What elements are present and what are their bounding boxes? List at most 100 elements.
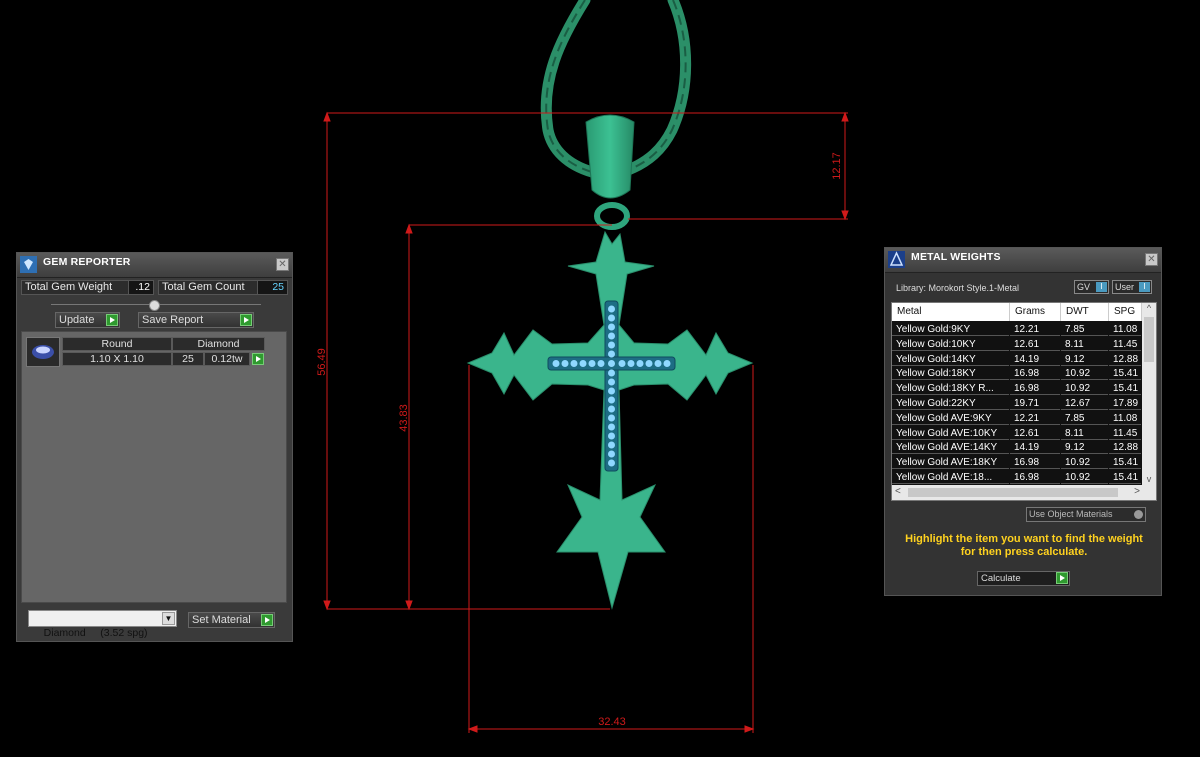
dim-cross-height: 43.83 [398,404,410,432]
horizontal-scrollbar[interactable]: < > [892,485,1156,500]
table-row[interactable]: Yellow Gold AVE:14KY 14.19 9.12 12.88 [892,441,1142,456]
set-material-label: Set Material [192,614,251,626]
cell-metal-name: Yellow Gold AVE:10KY [892,426,1009,440]
cell-dwt: 9.12 [1061,441,1108,455]
cell-spg: 11.45 [1109,337,1141,351]
cell-metal-name: Yellow Gold:22KY [892,397,1009,410]
user-label: User [1115,282,1135,292]
cell-metal-name: Yellow Gold:14KY [892,352,1009,366]
cell-spg: 15.41 [1109,382,1141,396]
gem-row[interactable]: Round Diamond 1.10 X 1.10 25 0.12tw [26,337,266,367]
gem-shape-header: Round [62,337,172,351]
cell-grams: 12.21 [1010,411,1060,425]
h-scroll-thumb[interactable] [908,488,1118,497]
metal-rows: Yellow Gold:9KY 12.21 7.85 11.08 Yellow Gold… [892,323,1142,485]
splitter-knob[interactable] [149,300,160,311]
radio-icon [1134,510,1143,519]
cell-spg: 15.41 [1109,471,1141,484]
dropdown-icon: ▼ [162,612,175,625]
scroll-left-icon[interactable]: < [895,486,901,497]
calculate-button[interactable]: Calculate [977,571,1070,586]
cell-spg: 11.08 [1109,411,1141,425]
use-object-materials-label: Use Object Materials [1029,509,1113,519]
cell-spg: 17.89 [1109,397,1141,410]
close-icon[interactable]: ✕ [1145,253,1158,266]
cell-grams: 14.19 [1010,352,1060,366]
cell-spg: 12.88 [1109,441,1141,455]
gem-reporter-titlebar[interactable]: GEM REPORTER ✕ [17,253,292,278]
total-gem-count-value: 25 [257,280,288,295]
play-icon [261,614,273,626]
library-label: Library: Morokort Style.1-Metal [896,283,1020,293]
cell-dwt: 12.67 [1061,397,1108,410]
cell-spg: 11.45 [1109,426,1141,440]
gem-material-header: Diamond [172,337,265,351]
material-dropdown[interactable]: Diamond (3.52 spg) ▼ [28,610,177,639]
round-gem-icon [32,345,54,359]
col-spg[interactable]: SPG [1109,303,1142,321]
gv-toggle[interactable]: GV I [1074,280,1109,294]
metal-weights-panel: METAL WEIGHTS ✕ Library: Morokort Style.… [884,247,1162,596]
gem-reporter-panel: GEM REPORTER ✕ Total Gem Weight .12 Tota… [16,252,293,642]
play-icon [106,314,118,326]
cell-spg: 12.88 [1109,352,1141,366]
table-row[interactable]: Yellow Gold:9KY 12.21 7.85 11.08 [892,323,1142,338]
cell-dwt: 8.11 [1061,337,1108,351]
dim-chain-height: 12.17 [831,152,843,180]
user-toggle[interactable]: User I [1112,280,1152,294]
calculate-label: Calculate [981,573,1021,584]
gem-list[interactable]: Round Diamond 1.10 X 1.10 25 0.12tw [21,331,287,603]
update-label: Update [59,314,95,326]
cell-metal-name: Yellow Gold AVE:14KY [892,441,1009,455]
table-row[interactable]: Yellow Gold AVE:18... 16.98 10.92 15.41 [892,471,1142,486]
cell-metal-name: Yellow Gold:18KY R... [892,382,1009,396]
cell-dwt: 10.92 [1061,382,1108,396]
col-metal[interactable]: Metal [892,303,1010,321]
table-row[interactable]: Yellow Gold:22KY 19.71 12.67 17.89 [892,397,1142,412]
table-row[interactable]: Yellow Gold:18KY R... 16.98 10.92 15.41 [892,382,1142,397]
save-report-label: Save Report [142,314,204,326]
scroll-right-icon[interactable]: > [1134,486,1140,497]
update-button[interactable]: Update [55,312,120,328]
gem-weight: 0.12tw [204,352,250,366]
user-toggle-indicator: I [1139,282,1150,292]
metal-weights-titlebar[interactable]: METAL WEIGHTS ✕ [885,248,1161,273]
cell-dwt: 8.11 [1061,426,1108,440]
table-row[interactable]: Yellow Gold AVE:9KY 12.21 7.85 11.08 [892,411,1142,427]
col-dwt[interactable]: DWT [1061,303,1109,321]
cell-grams: 16.98 [1010,367,1060,381]
play-icon [1056,572,1068,584]
metal-table-header: Metal Grams DWT SPG [892,303,1156,321]
cell-dwt: 9.12 [1061,352,1108,366]
play-icon [240,314,252,326]
table-row[interactable]: Yellow Gold:10KY 12.61 8.11 11.45 [892,337,1142,353]
gem-reporter-title: GEM REPORTER [43,256,131,268]
close-icon[interactable]: ✕ [276,258,289,271]
cell-spg: 11.08 [1109,323,1141,336]
scroll-up-icon[interactable]: ^ [1142,303,1156,315]
cell-grams: 16.98 [1010,382,1060,396]
gem-size: 1.10 X 1.10 [62,352,172,366]
set-material-button[interactable]: Set Material [188,612,275,628]
metal-table[interactable]: Metal Grams DWT SPG Yellow Gold:9KY 12.21… [891,302,1157,501]
cell-spg: 15.41 [1109,456,1141,470]
cell-metal-name: Yellow Gold AVE:9KY [892,411,1009,425]
calculate-hint: Highlight the item you want to find the … [905,533,1143,558]
scroll-thumb[interactable] [1144,317,1154,362]
cell-grams: 12.61 [1010,426,1060,440]
splitter-handle[interactable] [51,300,261,311]
cell-grams: 19.71 [1010,397,1060,410]
table-row[interactable]: Yellow Gold AVE:18KY 16.98 10.92 15.41 [892,456,1142,471]
table-row[interactable]: Yellow Gold AVE:10KY 12.61 8.11 11.45 [892,426,1142,442]
table-row[interactable]: Yellow Gold:14KY 14.19 9.12 12.88 [892,352,1142,368]
play-icon[interactable] [252,353,264,365]
cell-dwt: 10.92 [1061,456,1108,470]
gem-reporter-icon [20,256,37,273]
cell-grams: 16.98 [1010,456,1060,470]
use-object-materials-field[interactable]: Use Object Materials [1026,507,1146,522]
vertical-scrollbar[interactable]: ^ v [1142,303,1156,486]
gv-toggle-indicator: I [1096,282,1107,292]
table-row[interactable]: Yellow Gold:18KY 16.98 10.92 15.41 [892,367,1142,382]
save-report-button[interactable]: Save Report [138,312,254,328]
col-grams[interactable]: Grams [1010,303,1061,321]
